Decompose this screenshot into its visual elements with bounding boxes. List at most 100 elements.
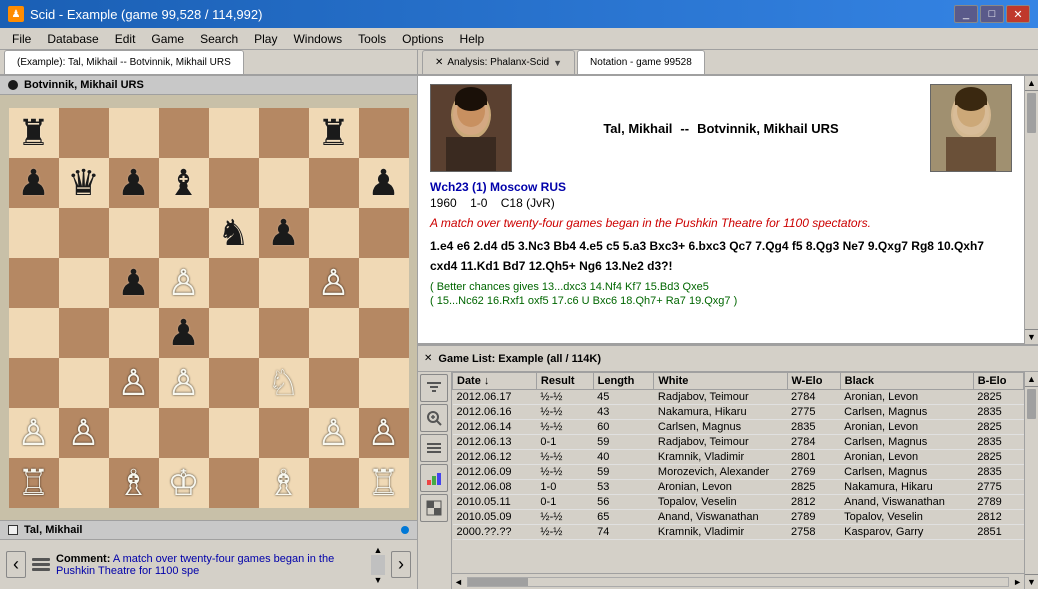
chart-button[interactable] xyxy=(420,464,448,492)
list-button[interactable] xyxy=(420,434,448,462)
square-f2[interactable] xyxy=(259,408,309,458)
square-c3[interactable]: ♙ xyxy=(109,358,159,408)
table-row[interactable]: 2000.??.??½-½74Kramnik, Vladimir2758Kasp… xyxy=(453,525,1024,540)
square-d3[interactable]: ♙ xyxy=(159,358,209,408)
square-d5[interactable]: ♙ xyxy=(159,258,209,308)
tab-notation[interactable]: Notation - game 99528 xyxy=(577,50,705,74)
scroll-thumb[interactable] xyxy=(371,555,385,575)
square-g2[interactable]: ♙ xyxy=(309,408,359,458)
square-g5[interactable]: ♙ xyxy=(309,258,359,308)
h-scrollbar-container[interactable]: ◄ ► xyxy=(452,573,1024,589)
square-c4[interactable] xyxy=(109,308,159,358)
tab-dropdown-icon[interactable]: ▼ xyxy=(553,58,562,68)
square-e3[interactable] xyxy=(209,358,259,408)
minimize-button[interactable]: _ xyxy=(954,5,978,23)
notation-scrollbar[interactable]: ▲ ▼ xyxy=(1024,76,1038,344)
square-e1[interactable] xyxy=(209,458,259,508)
col-result[interactable]: Result xyxy=(536,373,593,390)
square-d1[interactable]: ♔ xyxy=(159,458,209,508)
square-f6[interactable]: ♟ xyxy=(259,208,309,258)
square-a1[interactable]: ♖ xyxy=(9,458,59,508)
menu-help[interactable]: Help xyxy=(452,30,493,48)
square-d4[interactable]: ♟ xyxy=(159,308,209,358)
square-f3[interactable]: ♘ xyxy=(259,358,309,408)
square-b8[interactable] xyxy=(59,108,109,158)
scroll-up-icon[interactable]: ▲ xyxy=(371,545,385,555)
square-b3[interactable] xyxy=(59,358,109,408)
table-row[interactable]: 2012.06.081-053Aronian, Levon2825Nakamur… xyxy=(453,480,1024,495)
square-b2[interactable]: ♙ xyxy=(59,408,109,458)
square-b4[interactable] xyxy=(59,308,109,358)
chess-board[interactable]: ♜♜♟♛♟♝♟♞♟♟♙♙♟♙♙♘♙♙♙♙♖♗♔♗♖ xyxy=(9,108,409,508)
col-black[interactable]: Black xyxy=(840,373,973,390)
col-white[interactable]: White xyxy=(654,373,787,390)
col-length[interactable]: Length xyxy=(593,373,654,390)
square-f4[interactable] xyxy=(259,308,309,358)
square-c1[interactable]: ♗ xyxy=(109,458,159,508)
square-a2[interactable]: ♙ xyxy=(9,408,59,458)
next-button[interactable]: › xyxy=(391,551,411,578)
square-b7[interactable]: ♛ xyxy=(59,158,109,208)
square-f8[interactable] xyxy=(259,108,309,158)
square-a3[interactable] xyxy=(9,358,59,408)
square-g3[interactable] xyxy=(309,358,359,408)
game-table-scroll[interactable]: Date ↓ Result Length White W-Elo Black B… xyxy=(452,372,1024,573)
square-h3[interactable] xyxy=(359,358,409,408)
square-e8[interactable] xyxy=(209,108,259,158)
scroll-down-icon[interactable]: ▼ xyxy=(371,575,385,585)
left-tab[interactable]: (Example): Tal, Mikhail -- Botvinnik, Mi… xyxy=(4,50,244,74)
square-a4[interactable] xyxy=(9,308,59,358)
table-row[interactable]: 2012.06.16½-½43Nakamura, Hikaru2775Carls… xyxy=(453,405,1024,420)
square-f1[interactable]: ♗ xyxy=(259,458,309,508)
square-e4[interactable] xyxy=(209,308,259,358)
table-row[interactable]: 2012.06.12½-½40Kramnik, Vladimir2801Aron… xyxy=(453,450,1024,465)
square-d6[interactable] xyxy=(159,208,209,258)
square-c2[interactable] xyxy=(109,408,159,458)
square-e2[interactable] xyxy=(209,408,259,458)
comment-scrollbar[interactable]: ▲ ▼ xyxy=(371,545,385,585)
square-h6[interactable] xyxy=(359,208,409,258)
h-scroll-left[interactable]: ◄ xyxy=(452,577,465,587)
square-d8[interactable] xyxy=(159,108,209,158)
notation-scroll-down[interactable]: ▼ xyxy=(1025,329,1038,344)
menu-windows[interactable]: Windows xyxy=(285,30,350,48)
col-welo[interactable]: W-Elo xyxy=(787,373,840,390)
tab-analysis[interactable]: ✕ Analysis: Phalanx-Scid ▼ xyxy=(422,50,575,74)
square-e7[interactable] xyxy=(209,158,259,208)
menu-search[interactable]: Search xyxy=(192,30,246,48)
square-e6[interactable]: ♞ xyxy=(209,208,259,258)
square-g7[interactable] xyxy=(309,158,359,208)
h-scrollbar[interactable] xyxy=(467,577,1009,587)
game-list-scrollbar[interactable]: ▲ ▼ xyxy=(1024,372,1038,589)
square-a7[interactable]: ♟ xyxy=(9,158,59,208)
square-d2[interactable] xyxy=(159,408,209,458)
close-button[interactable]: ✕ xyxy=(1006,5,1030,23)
zoom-button[interactable] xyxy=(420,404,448,432)
table-row[interactable]: 2010.05.09½-½65Anand, Viswanathan2789Top… xyxy=(453,510,1024,525)
square-e5[interactable] xyxy=(209,258,259,308)
square-c6[interactable] xyxy=(109,208,159,258)
square-h1[interactable]: ♖ xyxy=(359,458,409,508)
square-h8[interactable] xyxy=(359,108,409,158)
game-list-close-icon[interactable]: ✕ xyxy=(424,353,432,364)
square-b6[interactable] xyxy=(59,208,109,258)
square-c8[interactable] xyxy=(109,108,159,158)
list-scroll-up[interactable]: ▲ xyxy=(1025,372,1038,387)
menu-tools[interactable]: Tools xyxy=(350,30,394,48)
square-f7[interactable] xyxy=(259,158,309,208)
square-g6[interactable] xyxy=(309,208,359,258)
square-h2[interactable]: ♙ xyxy=(359,408,409,458)
menu-edit[interactable]: Edit xyxy=(107,30,144,48)
square-b1[interactable] xyxy=(59,458,109,508)
square-g8[interactable]: ♜ xyxy=(309,108,359,158)
h-scroll-right[interactable]: ► xyxy=(1011,577,1024,587)
maximize-button[interactable]: □ xyxy=(980,5,1004,23)
menu-options[interactable]: Options xyxy=(394,30,451,48)
list-scroll-down[interactable]: ▼ xyxy=(1025,574,1038,589)
menu-play[interactable]: Play xyxy=(246,30,285,48)
moves-text[interactable]: 1.e4 e6 2.d4 d5 3.Nc3 Bb4 4.e5 c5 5.a3 B… xyxy=(430,236,1012,277)
table-row[interactable]: 2010.05.110-156Topalov, Veselin2812Anand… xyxy=(453,495,1024,510)
table-row[interactable]: 2012.06.17½-½45Radjabov, Teimour2784Aron… xyxy=(453,390,1024,405)
board-button[interactable] xyxy=(420,494,448,522)
table-row[interactable]: 2012.06.14½-½60Carlsen, Magnus2835Aronia… xyxy=(453,420,1024,435)
